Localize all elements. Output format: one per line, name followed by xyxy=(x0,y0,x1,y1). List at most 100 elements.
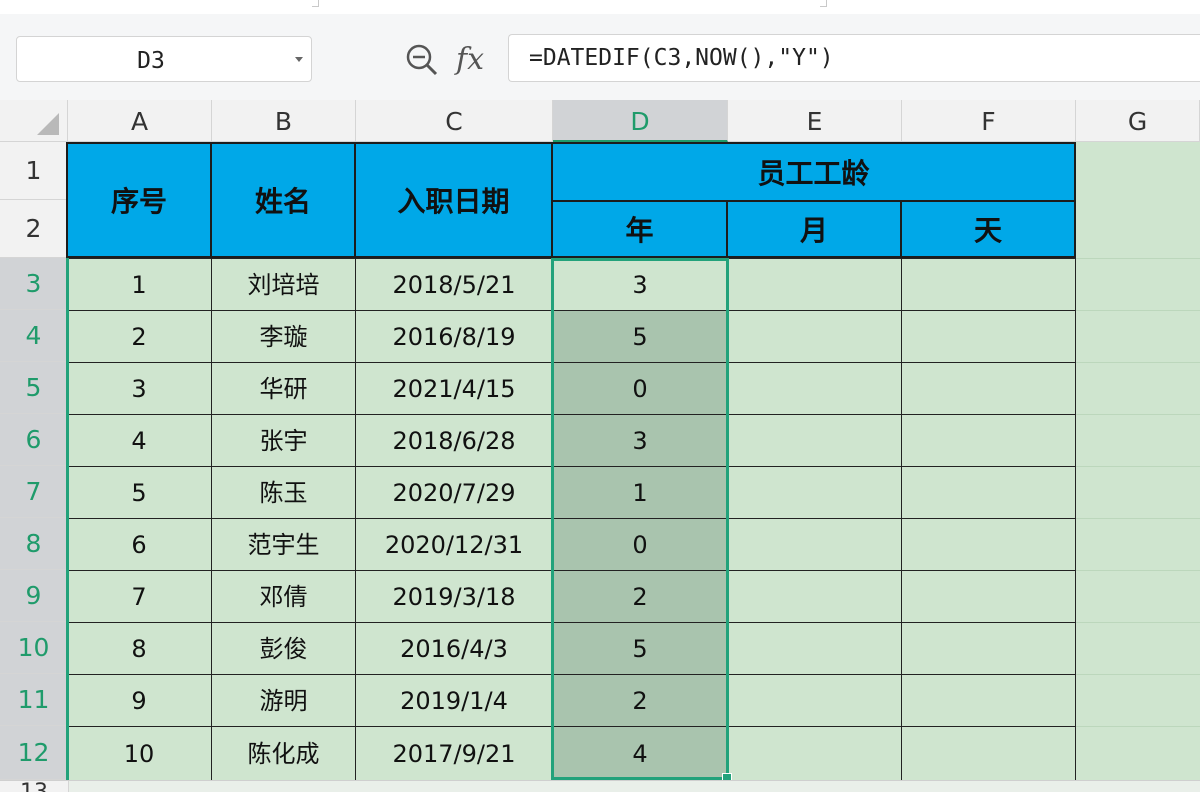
cell-name[interactable]: 范宇生 xyxy=(211,518,356,571)
cell-hire-date[interactable]: 2020/7/29 xyxy=(355,466,553,519)
cell-seq[interactable]: 10 xyxy=(66,726,212,781)
cell-years[interactable]: 1 xyxy=(552,466,728,519)
row-header-4[interactable]: 4 xyxy=(0,310,68,362)
column-g-empty-area[interactable] xyxy=(1076,142,1200,792)
header-year[interactable]: 年 xyxy=(551,200,728,258)
cell-months[interactable] xyxy=(727,258,902,311)
row-header-8[interactable]: 8 xyxy=(0,518,68,570)
column-header-e[interactable]: E xyxy=(728,100,902,142)
cell-years[interactable]: 5 xyxy=(552,310,728,363)
cell-months[interactable] xyxy=(727,466,902,519)
column-header-f[interactable]: F xyxy=(902,100,1076,142)
cell-seq[interactable]: 3 xyxy=(66,362,212,415)
cell-seq[interactable]: 8 xyxy=(66,622,212,675)
cell-hire-date[interactable]: 2021/4/15 xyxy=(355,362,553,415)
cell-name[interactable]: 张宇 xyxy=(211,414,356,467)
cell-name[interactable]: 陈化成 xyxy=(211,726,356,781)
row-header-2[interactable]: 2 xyxy=(0,200,68,258)
chevron-down-icon[interactable] xyxy=(295,57,303,62)
cell-seq[interactable]: 7 xyxy=(66,570,212,623)
header-month[interactable]: 月 xyxy=(726,200,902,258)
row-header-6[interactable]: 6 xyxy=(0,414,68,466)
cell-months[interactable] xyxy=(727,414,902,467)
cell-days[interactable] xyxy=(901,674,1076,727)
spreadsheet-grid[interactable]: ABCDEFG 1 2 3 4 5 6 7 8 9 10 11 12 序号 姓名 入职日期 员工工龄年月天 1… xyxy=(0,100,1200,792)
cell-days[interactable] xyxy=(901,518,1076,571)
cell-months[interactable] xyxy=(727,622,902,675)
row-header-9[interactable]: 9 xyxy=(0,570,68,622)
cell-years[interactable]: 2 xyxy=(552,674,728,727)
formula-bar-area: D3 fx =DATEDIF(C3,NOW(),"Y") xyxy=(0,14,1200,100)
cell-hire-date[interactable]: 2018/6/28 xyxy=(355,414,553,467)
cell-days[interactable] xyxy=(901,414,1076,467)
cell-hire-date[interactable]: 2020/12/31 xyxy=(355,518,553,571)
cell-days[interactable] xyxy=(901,362,1076,415)
cell-years[interactable]: 4 xyxy=(552,726,728,781)
cell-months[interactable] xyxy=(727,674,902,727)
column-header-g[interactable]: G xyxy=(1076,100,1200,142)
column-header-a[interactable]: A xyxy=(68,100,212,142)
row-header-3[interactable]: 3 xyxy=(0,258,68,310)
cell-years[interactable]: 0 xyxy=(552,362,728,415)
cell-months[interactable] xyxy=(727,726,902,781)
cell-seq[interactable]: 6 xyxy=(66,518,212,571)
cell-years[interactable]: 3 xyxy=(552,414,728,467)
cell-days[interactable] xyxy=(901,466,1076,519)
name-box[interactable]: D3 xyxy=(16,36,312,82)
cell-months[interactable] xyxy=(727,310,902,363)
cell-years[interactable]: 3 xyxy=(552,258,728,311)
cell-months[interactable] xyxy=(727,570,902,623)
cell-seq[interactable]: 1 xyxy=(66,258,212,311)
row-header-5[interactable]: 5 xyxy=(0,362,68,414)
select-all-corner[interactable] xyxy=(0,100,68,142)
cell-name[interactable]: 李璇 xyxy=(211,310,356,363)
cell-name[interactable]: 刘培培 xyxy=(211,258,356,311)
row-header-11[interactable]: 11 xyxy=(0,674,68,726)
cell-days[interactable] xyxy=(901,258,1076,311)
row-header-10[interactable]: 10 xyxy=(0,622,68,674)
cell-months[interactable] xyxy=(727,362,902,415)
fx-icon[interactable]: fx xyxy=(456,40,492,80)
cell-years[interactable]: 2 xyxy=(552,570,728,623)
formula-input[interactable]: =DATEDIF(C3,NOW(),"Y") xyxy=(508,34,1200,82)
grid-line xyxy=(1076,466,1200,467)
row-13[interactable]: 13 xyxy=(0,780,1200,792)
column-header-b[interactable]: B xyxy=(212,100,356,142)
column-header-c[interactable]: C xyxy=(356,100,553,142)
cell-hire-date[interactable]: 2018/5/21 xyxy=(355,258,553,311)
header-seq[interactable]: 序号 xyxy=(66,142,212,258)
cell-hire-date[interactable]: 2019/1/4 xyxy=(355,674,553,727)
row-header-12[interactable]: 12 xyxy=(0,726,68,780)
cell-years[interactable]: 0 xyxy=(552,518,728,571)
header-day[interactable]: 天 xyxy=(900,200,1076,258)
cell-hire-date[interactable]: 2016/4/3 xyxy=(355,622,553,675)
cell-days[interactable] xyxy=(901,726,1076,781)
cell-months[interactable] xyxy=(727,518,902,571)
cell-seq[interactable]: 5 xyxy=(66,466,212,519)
cell-name[interactable]: 华研 xyxy=(211,362,356,415)
cell-hire-date[interactable]: 2016/8/19 xyxy=(355,310,553,363)
row-header-13[interactable]: 13 xyxy=(0,781,69,792)
cell-years[interactable]: 5 xyxy=(552,622,728,675)
cell-days[interactable] xyxy=(901,622,1076,675)
grid-line xyxy=(1076,518,1200,519)
row-header-1[interactable]: 1 xyxy=(0,142,68,200)
cell-hire-date[interactable]: 2017/9/21 xyxy=(355,726,553,781)
header-service-length[interactable]: 员工工龄 xyxy=(551,142,1076,202)
cell-name[interactable]: 彭俊 xyxy=(211,622,356,675)
cell-seq[interactable]: 2 xyxy=(66,310,212,363)
cell-name[interactable]: 邓倩 xyxy=(211,570,356,623)
cell-name[interactable]: 陈玉 xyxy=(211,466,356,519)
header-name[interactable]: 姓名 xyxy=(210,142,356,258)
cell-seq[interactable]: 9 xyxy=(66,674,212,727)
cell-name[interactable]: 游明 xyxy=(211,674,356,727)
cell-hire-date[interactable]: 2019/3/18 xyxy=(355,570,553,623)
row-header-7[interactable]: 7 xyxy=(0,466,68,518)
header-hire-date[interactable]: 入职日期 xyxy=(354,142,553,258)
cell-seq[interactable]: 4 xyxy=(66,414,212,467)
cell-days[interactable] xyxy=(901,570,1076,623)
column-header-d[interactable]: D xyxy=(553,100,728,142)
cell-days[interactable] xyxy=(901,310,1076,363)
zoom-out-icon[interactable] xyxy=(404,42,440,78)
ribbon-edge-mark xyxy=(820,0,827,7)
